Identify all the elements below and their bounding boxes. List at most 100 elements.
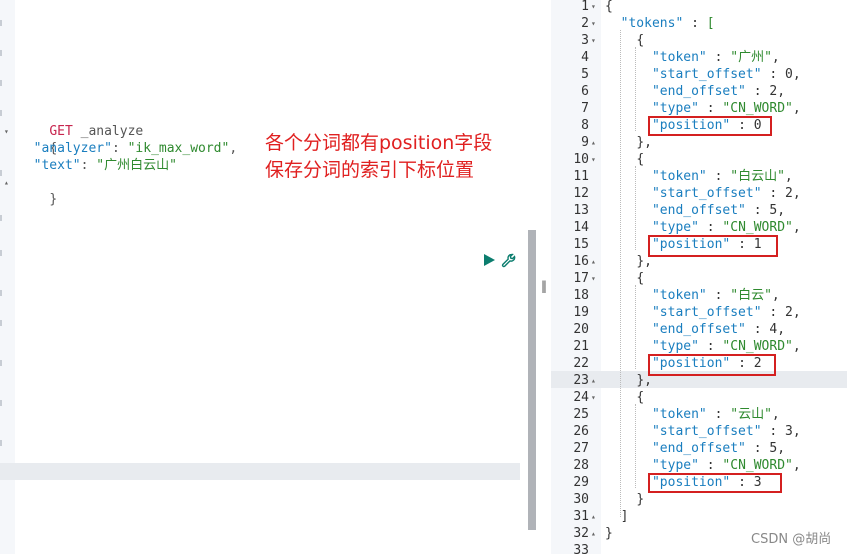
line-number: 12 [573, 186, 589, 201]
line-number: 8 [581, 118, 589, 133]
response-line[interactable]: "end_offset" : 5, [605, 440, 785, 457]
json-punct: { [636, 152, 645, 167]
json-punct: } [605, 526, 613, 541]
line-number: 17 [573, 271, 589, 286]
response-line[interactable]: "end_offset" : 4, [605, 321, 785, 338]
json-comma: , [792, 220, 801, 235]
response-line[interactable]: { [605, 0, 613, 15]
json-comma: , [784, 169, 793, 184]
response-viewer[interactable]: 1 ▾{2 ▾ "tokens" : [3 ▾ {4 "token" : "广州", 5… [551, 0, 847, 558]
request-line-2[interactable]: { [18, 123, 57, 156]
request-line-5[interactable]: } [18, 174, 57, 207]
json-key: "end_offset" [651, 322, 746, 337]
json-sep: : [761, 305, 786, 320]
response-line[interactable]: { [605, 389, 644, 406]
gutter-tick [0, 170, 2, 176]
request-scrollbar[interactable] [528, 230, 536, 530]
fold-close-icon[interactable]: ▴ [591, 372, 596, 389]
highlight-box [648, 235, 778, 257]
json-comma: , [777, 322, 786, 337]
request-line-4[interactable]: "text": "广州白云山" [18, 157, 177, 174]
gutter-tick [0, 80, 2, 86]
json-key: "type" [651, 220, 699, 235]
response-line[interactable]: "token" : "白云", [605, 287, 780, 304]
wrench-icon[interactable] [500, 252, 518, 270]
response-line[interactable]: "end_offset" : 2, [605, 83, 785, 100]
json-sep: : [706, 169, 731, 184]
play-icon[interactable] [482, 253, 496, 267]
json-comma: , [792, 339, 801, 354]
line-number: 15 [573, 237, 589, 252]
resize-handle-icon[interactable]: ‖ [540, 279, 548, 293]
fold-open-icon[interactable]: ▾ [591, 32, 596, 49]
request-endpoint: _analyze [72, 124, 144, 139]
json-comma: , [792, 67, 801, 82]
json-string: "CN_WORD" [722, 101, 793, 116]
json-key: "type" [651, 458, 699, 473]
json-comma: , [792, 305, 801, 320]
fold-open-icon[interactable]: ▾ [591, 15, 596, 32]
request-editor[interactable]: GET _analyze ▾ { "analyzer": "ik_max_wor… [0, 0, 528, 554]
fold-open-icon[interactable]: ▾ [591, 270, 596, 287]
response-line[interactable]: "token" : "广州", [605, 49, 780, 66]
gutter-tick [0, 320, 2, 326]
json-key: "end_offset" [651, 203, 746, 218]
json-string: "云山" [730, 407, 772, 422]
request-line-3[interactable]: "analyzer": "ik_max_word", [18, 140, 238, 157]
response-line[interactable]: }, [605, 372, 652, 389]
json-string: "白云" [730, 288, 772, 303]
response-line[interactable]: "end_offset" : 5, [605, 202, 785, 219]
line-number: 6 [581, 84, 589, 99]
line-number: 27 [573, 441, 589, 456]
fold-close-icon[interactable]: ▴ [591, 508, 596, 525]
response-line[interactable]: { [605, 32, 644, 49]
fold-close-icon[interactable]: ▴ [591, 253, 596, 270]
response-line[interactable]: }, [605, 134, 652, 151]
indent-guide [635, 404, 636, 488]
response-line[interactable]: ] [605, 508, 629, 525]
response-line[interactable]: "token" : "云山", [605, 406, 780, 423]
fold-open-icon[interactable]: ▾ [4, 123, 9, 140]
json-comma: , [792, 424, 801, 439]
json-sep: : [698, 339, 723, 354]
fold-close-icon[interactable]: ▴ [591, 525, 596, 542]
response-line[interactable]: "tokens" : [ [605, 15, 715, 32]
fold-close-icon[interactable]: ▴ [591, 134, 596, 151]
json-number: 3 [785, 424, 793, 439]
response-line[interactable]: }, [605, 253, 652, 270]
json-string: [ [706, 16, 715, 31]
line-number: 21 [573, 339, 589, 354]
json-comma: , [777, 203, 786, 218]
request-active-line [0, 463, 520, 480]
json-key: "token" [651, 288, 707, 303]
request-brace-close: } [49, 192, 58, 207]
json-key: "start_offset" [651, 424, 762, 439]
fold-open-icon[interactable]: ▾ [591, 151, 596, 168]
response-line[interactable]: { [605, 270, 644, 287]
fold-open-icon[interactable]: ▾ [591, 0, 596, 15]
response-line[interactable]: } [605, 491, 644, 508]
response-line[interactable]: } [605, 525, 613, 542]
highlight-box [648, 116, 772, 136]
json-comma: , [771, 50, 780, 65]
json-key: "token" [651, 50, 707, 65]
line-number: 4 [581, 50, 589, 65]
line-number: 28 [573, 458, 589, 473]
response-line[interactable]: { [605, 151, 644, 168]
fold-close-icon[interactable]: ▴ [4, 174, 9, 191]
request-line-1[interactable]: GET _analyze [18, 106, 143, 139]
json-key: "end_offset" [651, 84, 746, 99]
line-number: 33 [573, 543, 589, 558]
response-line[interactable]: "token" : "白云山", [605, 168, 793, 185]
line-number: 2 [581, 16, 589, 31]
fold-open-icon[interactable]: ▾ [591, 389, 596, 406]
json-comma: , [777, 84, 786, 99]
